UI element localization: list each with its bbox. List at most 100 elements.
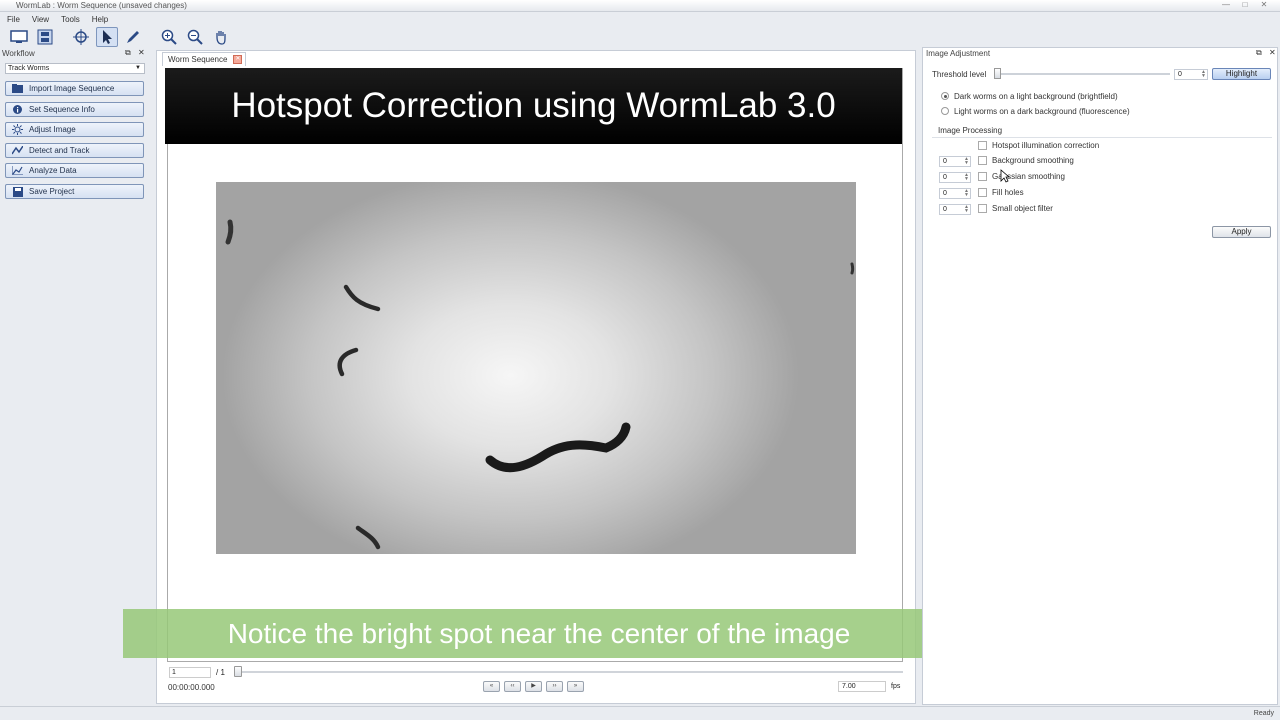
folder-icon bbox=[12, 84, 23, 93]
dark-worms-label: Dark worms on a light background (bright… bbox=[954, 92, 1118, 101]
menu-view[interactable]: View bbox=[32, 15, 49, 24]
frame-input[interactable]: 1 bbox=[169, 667, 211, 678]
spin-arrows-icon[interactable]: ▲ ▼ bbox=[964, 173, 969, 182]
option-value: 0 bbox=[943, 206, 947, 213]
small-object-filter-input[interactable]: 0 ▲ ▼ bbox=[939, 204, 971, 215]
status-bar: Ready bbox=[0, 706, 1280, 720]
step-label: Set Sequence Info bbox=[29, 105, 95, 114]
light-worms-radio[interactable] bbox=[941, 107, 949, 115]
close-icon[interactable]: ✕ bbox=[138, 48, 145, 57]
small-object-filter-label: Small object filter bbox=[992, 204, 1053, 213]
save-icon bbox=[12, 186, 23, 197]
step-label: Detect and Track bbox=[29, 146, 90, 155]
menu-help[interactable]: Help bbox=[92, 15, 108, 24]
float-icon[interactable]: ⧉ bbox=[125, 48, 131, 58]
image-processing-heading: Image Processing bbox=[938, 126, 1003, 135]
adjustment-title: Image Adjustment bbox=[926, 49, 991, 58]
zoom-out-icon[interactable] bbox=[184, 27, 206, 47]
image-adjustment-panel bbox=[922, 47, 1278, 705]
caption-overlay: Notice the bright spot near the center o… bbox=[123, 609, 955, 658]
title-banner: Hotspot Correction using WormLab 3.0 bbox=[165, 68, 902, 144]
hotspot-checkbox[interactable] bbox=[978, 141, 987, 150]
menu-file[interactable]: File bbox=[7, 15, 20, 24]
pointer-icon[interactable] bbox=[96, 27, 118, 47]
step-label: Save Project bbox=[29, 187, 75, 196]
info-icon bbox=[12, 105, 23, 114]
threshold-slider[interactable] bbox=[995, 73, 1170, 75]
play-button[interactable]: ▶ bbox=[525, 681, 542, 692]
next-frame-button[interactable]: ›› bbox=[546, 681, 563, 692]
tab-worm-sequence[interactable]: Worm Sequence ✕ bbox=[162, 52, 247, 66]
threshold-input[interactable]: 0 ▲ ▼ bbox=[1174, 69, 1208, 80]
pen-icon[interactable] bbox=[122, 27, 144, 47]
small-object-filter-checkbox[interactable] bbox=[978, 204, 987, 213]
maximize-button[interactable]: □ bbox=[1237, 0, 1253, 10]
threshold-label: Threshold level bbox=[932, 70, 987, 79]
timeline-slider-handle[interactable] bbox=[234, 666, 242, 677]
playback-controls: « ‹‹ ▶ ›› » bbox=[483, 681, 584, 692]
spin-arrows-icon[interactable]: ▲ ▼ bbox=[964, 157, 969, 166]
monitor-icon[interactable] bbox=[8, 27, 30, 47]
last-frame-button[interactable]: » bbox=[567, 681, 584, 692]
set-sequence-info-button[interactable]: Set Sequence Info bbox=[5, 102, 144, 117]
apply-button[interactable]: Apply bbox=[1212, 226, 1271, 238]
step-label: Analyze Data bbox=[29, 166, 77, 175]
highlight-button[interactable]: Highlight bbox=[1212, 68, 1271, 80]
window-title: WormLab : Worm Sequence (unsaved changes… bbox=[16, 1, 187, 10]
chart-icon bbox=[12, 166, 23, 175]
track-icon bbox=[12, 146, 23, 155]
option-value: 0 bbox=[943, 190, 947, 197]
frame-total: / 1 bbox=[216, 668, 225, 677]
toolbar bbox=[0, 26, 1280, 48]
fps-label: fps bbox=[891, 683, 901, 690]
light-worms-label: Light worms on a dark background (fluore… bbox=[954, 107, 1130, 116]
gaussian-smoothing-checkbox[interactable] bbox=[978, 172, 987, 181]
close-tab-icon[interactable]: ✕ bbox=[233, 55, 243, 64]
workflow-title: Workflow bbox=[2, 49, 35, 58]
fps-input[interactable]: 7.00 bbox=[838, 681, 886, 692]
background-smoothing-input[interactable]: 0 ▲ ▼ bbox=[939, 156, 971, 167]
first-frame-button[interactable]: « bbox=[483, 681, 500, 692]
dark-worms-radio[interactable] bbox=[941, 92, 949, 100]
background-smoothing-checkbox[interactable] bbox=[978, 156, 987, 165]
minimize-button[interactable]: — bbox=[1218, 0, 1234, 10]
fill-holes-label: Fill holes bbox=[992, 188, 1024, 197]
step-label: Adjust Image bbox=[29, 125, 76, 134]
tab-label: Worm Sequence bbox=[168, 55, 228, 64]
gaussian-smoothing-input[interactable]: 0 ▲ ▼ bbox=[939, 172, 971, 183]
close-button[interactable]: ✕ bbox=[1256, 0, 1272, 10]
detect-and-track-button[interactable]: Detect and Track bbox=[5, 143, 144, 158]
step-label: Import Image Sequence bbox=[29, 84, 115, 93]
spin-arrows-icon[interactable]: ▲ ▼ bbox=[964, 205, 969, 214]
mouse-cursor-icon bbox=[1000, 169, 1011, 185]
crosshair-icon[interactable] bbox=[70, 27, 92, 47]
float-icon[interactable]: ⧉ bbox=[1256, 48, 1262, 58]
workflow-mode-select[interactable]: Track Worms ▼ bbox=[5, 63, 145, 74]
hand-icon[interactable] bbox=[210, 27, 232, 47]
threshold-value: 0 bbox=[1178, 71, 1182, 78]
menu-tools[interactable]: Tools bbox=[61, 15, 80, 24]
save-project-button[interactable]: Save Project bbox=[5, 184, 144, 199]
threshold-slider-handle[interactable] bbox=[994, 68, 1001, 79]
adjust-image-button[interactable]: Adjust Image bbox=[5, 122, 144, 137]
fill-holes-checkbox[interactable] bbox=[978, 188, 987, 197]
option-value: 0 bbox=[943, 158, 947, 165]
film-icon[interactable] bbox=[34, 27, 56, 47]
timeline-slider[interactable] bbox=[235, 671, 903, 673]
option-value: 0 bbox=[943, 174, 947, 181]
sun-icon bbox=[12, 124, 23, 135]
import-image-sequence-button[interactable]: Import Image Sequence bbox=[5, 81, 144, 96]
spin-arrows-icon[interactable]: ▲ ▼ bbox=[964, 189, 969, 198]
close-icon[interactable]: ✕ bbox=[1269, 48, 1276, 57]
fill-holes-input[interactable]: 0 ▲ ▼ bbox=[939, 188, 971, 199]
previous-frame-button[interactable]: ‹‹ bbox=[504, 681, 521, 692]
divider bbox=[932, 137, 1272, 138]
zoom-in-icon[interactable] bbox=[158, 27, 180, 47]
worms-graphic bbox=[225, 219, 855, 550]
title-bar: WormLab : Worm Sequence (unsaved changes… bbox=[0, 0, 1280, 12]
workflow-mode-value: Track Worms bbox=[8, 65, 50, 72]
spin-arrows-icon[interactable]: ▲ ▼ bbox=[1201, 70, 1206, 79]
microscope-image[interactable] bbox=[216, 182, 856, 554]
chevron-down-icon: ▼ bbox=[135, 65, 141, 71]
analyze-data-button[interactable]: Analyze Data bbox=[5, 163, 144, 178]
